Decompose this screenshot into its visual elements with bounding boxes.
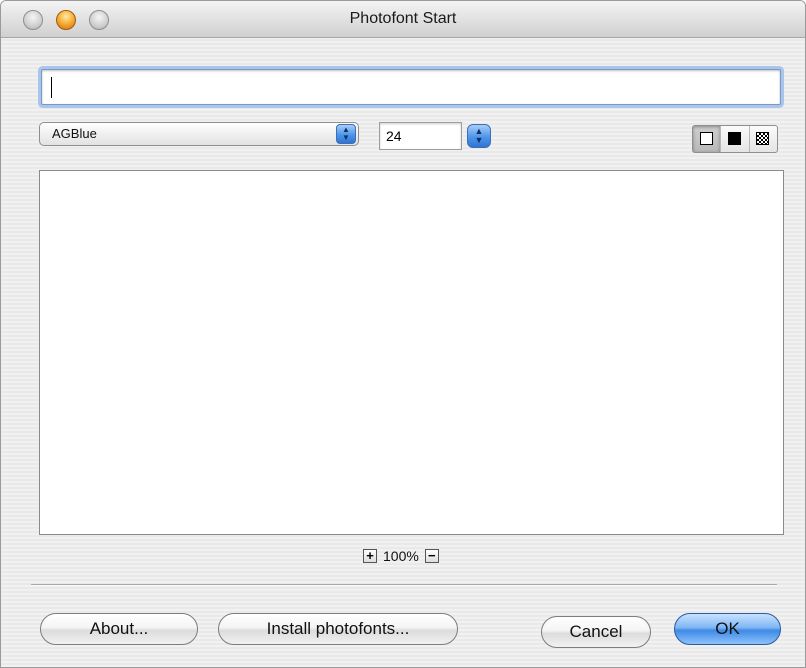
install-photofonts-button[interactable]: Install photofonts...	[218, 613, 458, 645]
zoom-controls: + 100% −	[363, 546, 439, 566]
about-button[interactable]: About...	[40, 613, 198, 645]
text-caret	[51, 77, 52, 98]
window-title: Photofont Start	[349, 10, 457, 27]
font-popup-button[interactable]: AGBlue ▲ ▼	[39, 122, 359, 146]
preview-area	[39, 170, 784, 535]
sample-text-input[interactable]	[41, 69, 781, 105]
zoom-in-button[interactable]: +	[363, 548, 377, 563]
down-arrow-icon: ▼	[342, 133, 350, 142]
black-background-button[interactable]	[721, 126, 750, 152]
background-selector	[692, 125, 778, 153]
minus-icon: −	[428, 548, 436, 563]
separator	[31, 584, 777, 586]
white-square-icon	[699, 132, 713, 145]
checkerboard-icon	[756, 132, 770, 145]
font-popup-label: AGBlue	[52, 126, 97, 141]
title-bar[interactable]: Photofont Start	[1, 1, 805, 38]
white-background-button[interactable]	[693, 126, 722, 152]
cancel-button[interactable]: Cancel	[541, 616, 651, 648]
photofont-start-window: Photofont Start AGBlue ▲ ▼ 24 ▲ ▼ + 100%…	[0, 0, 806, 668]
font-size-popup-button[interactable]: ▲ ▼	[467, 124, 491, 148]
popup-arrows-icon: ▲ ▼	[336, 124, 356, 144]
black-square-icon	[727, 132, 741, 145]
plus-icon: +	[366, 548, 374, 563]
font-size-field[interactable]: 24	[379, 122, 462, 150]
transparent-background-button[interactable]	[750, 126, 777, 152]
zoom-out-button[interactable]: −	[424, 548, 439, 563]
ok-button[interactable]: OK	[674, 613, 781, 645]
down-arrow-icon: ▼	[474, 135, 484, 145]
zoom-level: 100%	[383, 548, 419, 564]
